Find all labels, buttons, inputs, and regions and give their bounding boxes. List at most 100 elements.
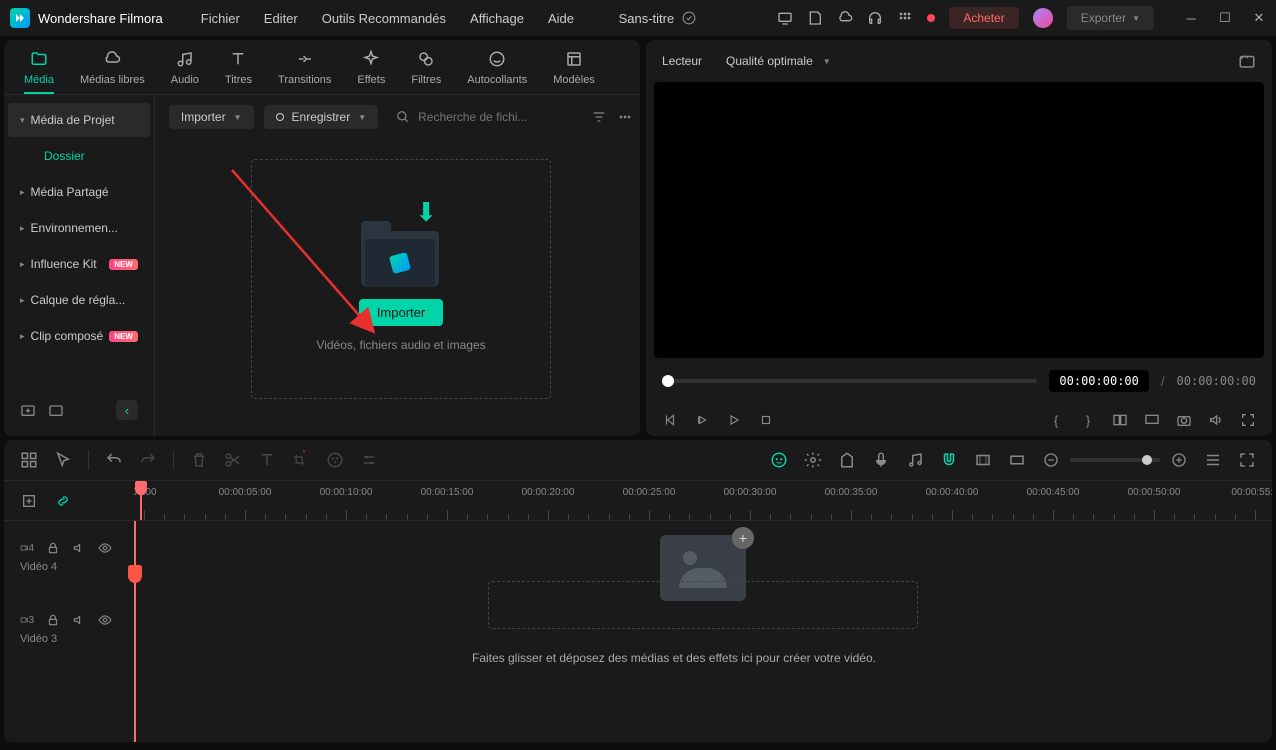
adjust-icon[interactable] <box>360 451 378 469</box>
playhead-grip[interactable] <box>128 565 142 583</box>
text-tool-icon[interactable] <box>258 451 276 469</box>
bracket-close-icon[interactable]: } <box>1080 412 1096 428</box>
tab-effects[interactable]: Effets <box>357 50 385 94</box>
maximize-button[interactable]: ☐ <box>1218 11 1232 25</box>
lock-icon[interactable] <box>46 541 60 555</box>
menu-help[interactable]: Aide <box>548 11 574 26</box>
zoom-slider[interactable] <box>1070 458 1160 462</box>
menu-file[interactable]: Fichier <box>201 11 240 26</box>
aspect-icon[interactable] <box>1008 451 1026 469</box>
record-dropdown[interactable]: Enregistrer▼ <box>264 105 379 129</box>
sidebar-item-project-media[interactable]: ▾Média de Projet <box>8 103 150 137</box>
chevron-down-icon: ▼ <box>1132 14 1140 23</box>
save-icon[interactable] <box>807 10 823 26</box>
visibility-icon[interactable] <box>98 613 112 627</box>
magnet-icon[interactable] <box>940 451 958 469</box>
more-icon[interactable] <box>617 109 633 125</box>
expand-tl-icon[interactable] <box>1238 451 1256 469</box>
sidebar-item-environment[interactable]: ▸Environnemen... <box>8 211 150 245</box>
search-input[interactable] <box>418 110 573 124</box>
menu-edit[interactable]: Editer <box>264 11 298 26</box>
ai-icon[interactable] <box>770 451 788 469</box>
link-icon[interactable] <box>54 492 72 510</box>
stop-button[interactable] <box>758 412 774 428</box>
tab-filters[interactable]: Filtres <box>411 50 441 94</box>
player-canvas[interactable] <box>654 82 1264 358</box>
import-dropdown[interactable]: Importer▼ <box>169 105 254 129</box>
tab-titles[interactable]: Titres <box>225 50 252 94</box>
step-back-button[interactable] <box>694 412 710 428</box>
tab-audio[interactable]: Audio <box>171 50 199 94</box>
menu-view[interactable]: Affichage <box>470 11 524 26</box>
sidebar-item-compound[interactable]: ▸Clip composéNEW <box>8 319 150 353</box>
close-button[interactable]: ✕ <box>1252 11 1266 25</box>
add-track-icon[interactable] <box>20 492 38 510</box>
redo-icon[interactable] <box>139 451 157 469</box>
prev-frame-button[interactable] <box>662 412 678 428</box>
import-drop-zone[interactable]: ⬇ Importer Vidéos, fichiers audio et ima… <box>251 159 551 399</box>
cloud-icon[interactable] <box>837 10 853 26</box>
tab-templates[interactable]: Modèles <box>553 50 595 94</box>
playhead-line[interactable] <box>134 521 136 742</box>
music-tl-icon[interactable] <box>906 451 924 469</box>
sidebar-item-adjustment[interactable]: ▸Calque de régla... <box>8 283 150 317</box>
play-button[interactable] <box>726 412 742 428</box>
ruler-playhead[interactable] <box>140 481 142 520</box>
tab-stickers[interactable]: Autocollants <box>467 50 527 94</box>
menu-tools[interactable]: Outils Recommandés <box>322 11 446 26</box>
player-seek-track[interactable] <box>662 379 1037 383</box>
crop-icon[interactable]: ● <box>292 451 310 469</box>
mute-icon[interactable] <box>72 541 86 555</box>
bracket-open-icon[interactable]: { <box>1048 412 1064 428</box>
drop-target-box[interactable] <box>488 581 918 629</box>
grid-icon[interactable] <box>897 10 913 26</box>
device-icon[interactable] <box>777 10 793 26</box>
export-button[interactable]: Exporter▼ <box>1067 6 1154 30</box>
zoom-in-button[interactable] <box>1170 451 1188 469</box>
color-icon[interactable] <box>326 451 344 469</box>
list-view-icon[interactable] <box>1204 451 1222 469</box>
apps-icon[interactable] <box>20 451 38 469</box>
mute-icon[interactable] <box>72 613 86 627</box>
sidebar-item-shared[interactable]: ▸Média Partagé <box>8 175 150 209</box>
headphones-icon[interactable] <box>867 10 883 26</box>
timeline-tracks[interactable]: + Faites glisser et déposez des médias e… <box>134 521 1272 742</box>
sidebar-item-influence[interactable]: ▸Influence KitNEW <box>8 247 150 281</box>
add-media-plus-icon[interactable]: + <box>732 527 754 549</box>
user-avatar[interactable] <box>1033 8 1053 28</box>
minimize-button[interactable]: ─ <box>1184 11 1198 25</box>
gear-tl-icon[interactable] <box>804 451 822 469</box>
video-track-icon[interactable]: 4 <box>20 541 34 555</box>
new-folder-icon[interactable] <box>20 402 36 418</box>
timeline-ruler[interactable]: 00:0000:00:05:0000:00:10:0000:00:15:0000… <box>134 481 1272 520</box>
video-track-icon[interactable]: 3 <box>20 613 34 627</box>
collapse-sidebar-button[interactable]: ‹ <box>116 400 138 420</box>
tab-transitions[interactable]: Transitions <box>278 50 331 94</box>
camera-icon[interactable] <box>1176 412 1192 428</box>
zoom-out-button[interactable] <box>1042 451 1060 469</box>
player-seek-thumb[interactable] <box>662 375 674 387</box>
volume-icon[interactable] <box>1208 412 1224 428</box>
import-button[interactable]: Importer <box>359 299 443 326</box>
frame-icon[interactable] <box>974 451 992 469</box>
zoom-thumb[interactable] <box>1142 455 1152 465</box>
split-icon[interactable] <box>224 451 242 469</box>
filter-sort-icon[interactable] <box>591 109 607 125</box>
tab-stock[interactable]: Médias libres <box>80 50 145 94</box>
delete-icon[interactable] <box>190 451 208 469</box>
display-icon[interactable] <box>1144 412 1160 428</box>
undo-icon[interactable] <box>105 451 123 469</box>
marker-tl-icon[interactable] <box>838 451 856 469</box>
lock-icon[interactable] <box>46 613 60 627</box>
snapshot-icon[interactable] <box>1238 52 1256 70</box>
buy-button[interactable]: Acheter <box>949 7 1018 29</box>
fullscreen-icon[interactable] <box>1240 412 1256 428</box>
visibility-icon[interactable] <box>98 541 112 555</box>
mic-icon[interactable] <box>872 451 890 469</box>
compare-icon[interactable] <box>1112 412 1128 428</box>
folder-bin-icon[interactable] <box>48 402 64 418</box>
quality-dropdown[interactable]: Qualité optimale▼ <box>726 54 831 68</box>
sidebar-item-folder[interactable]: Dossier <box>8 139 150 173</box>
tab-media[interactable]: Média <box>24 50 54 94</box>
cursor-icon[interactable] <box>54 451 72 469</box>
